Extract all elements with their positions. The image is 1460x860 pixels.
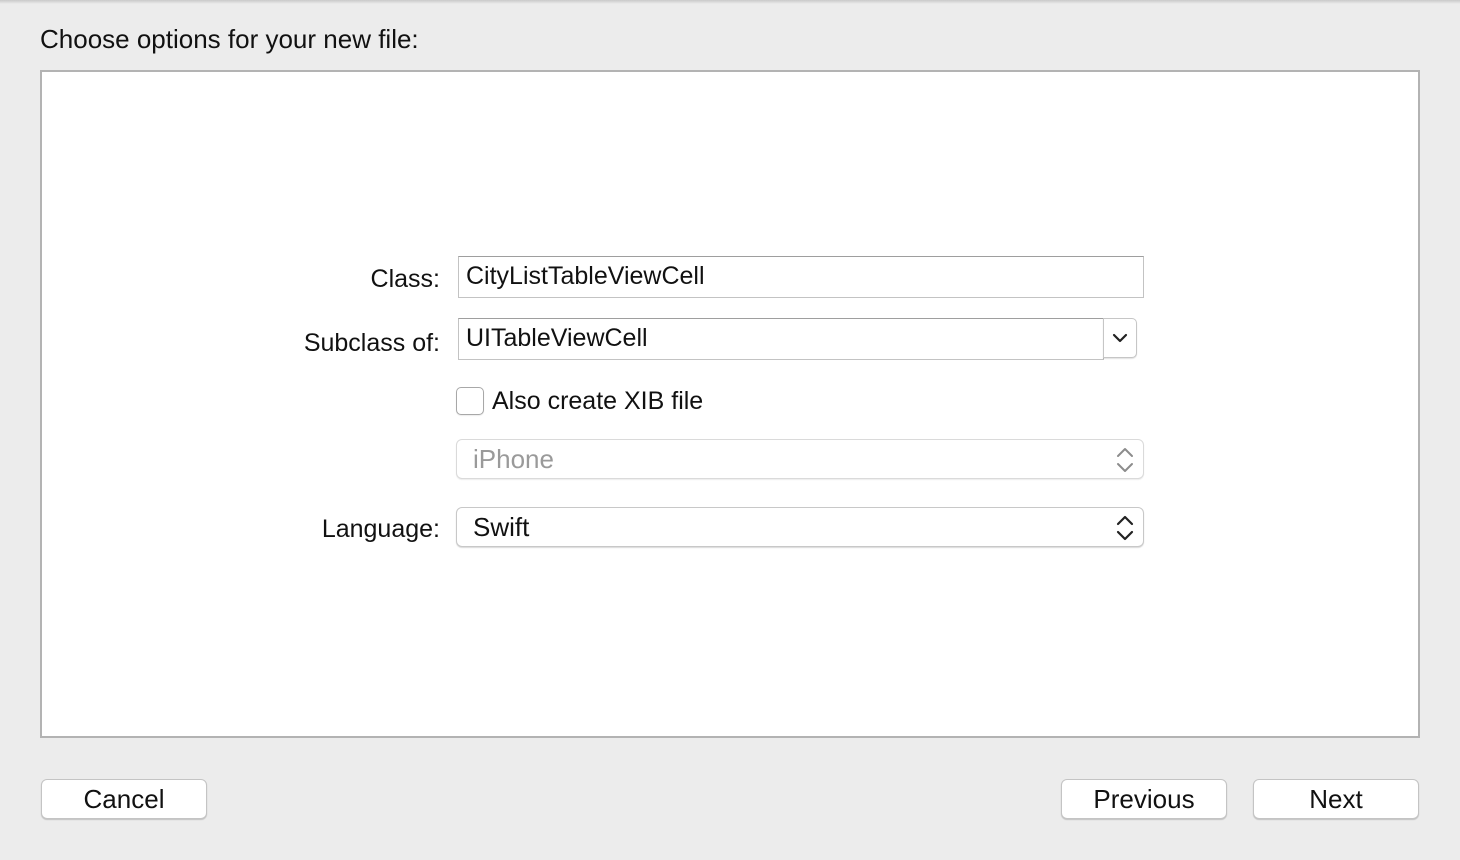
subclass-label: Subclass of: <box>303 329 440 357</box>
window-top-edge <box>0 0 1460 4</box>
device-family-popup: iPhone <box>456 439 1144 479</box>
new-file-options-dialog: Choose options for your new file: Class:… <box>0 0 1460 860</box>
class-name-field[interactable]: CityListTableViewCell <box>458 256 1144 298</box>
language-popup[interactable]: Swift <box>456 507 1144 547</box>
cancel-button[interactable]: Cancel <box>41 779 207 819</box>
subclass-combo-button[interactable] <box>1103 318 1137 358</box>
subclass-combo-field[interactable]: UITableViewCell <box>458 318 1104 360</box>
xib-checkbox-label[interactable]: Also create XIB file <box>492 384 703 418</box>
device-family-value: iPhone <box>473 444 554 474</box>
up-down-stepper-icon <box>1116 515 1134 541</box>
next-button[interactable]: Next <box>1253 779 1419 819</box>
language-value: Swift <box>473 512 530 542</box>
language-label: Language: <box>321 515 440 543</box>
previous-button[interactable]: Previous <box>1061 779 1227 819</box>
xib-checkbox[interactable] <box>456 387 484 415</box>
chevron-down-icon <box>1112 333 1128 343</box>
dialog-heading: Choose options for your new file: <box>40 24 419 54</box>
up-down-stepper-icon <box>1117 448 1133 472</box>
class-label: Class: <box>370 265 440 293</box>
options-panel: Class: CityListTableViewCell Subclass of… <box>40 70 1420 738</box>
